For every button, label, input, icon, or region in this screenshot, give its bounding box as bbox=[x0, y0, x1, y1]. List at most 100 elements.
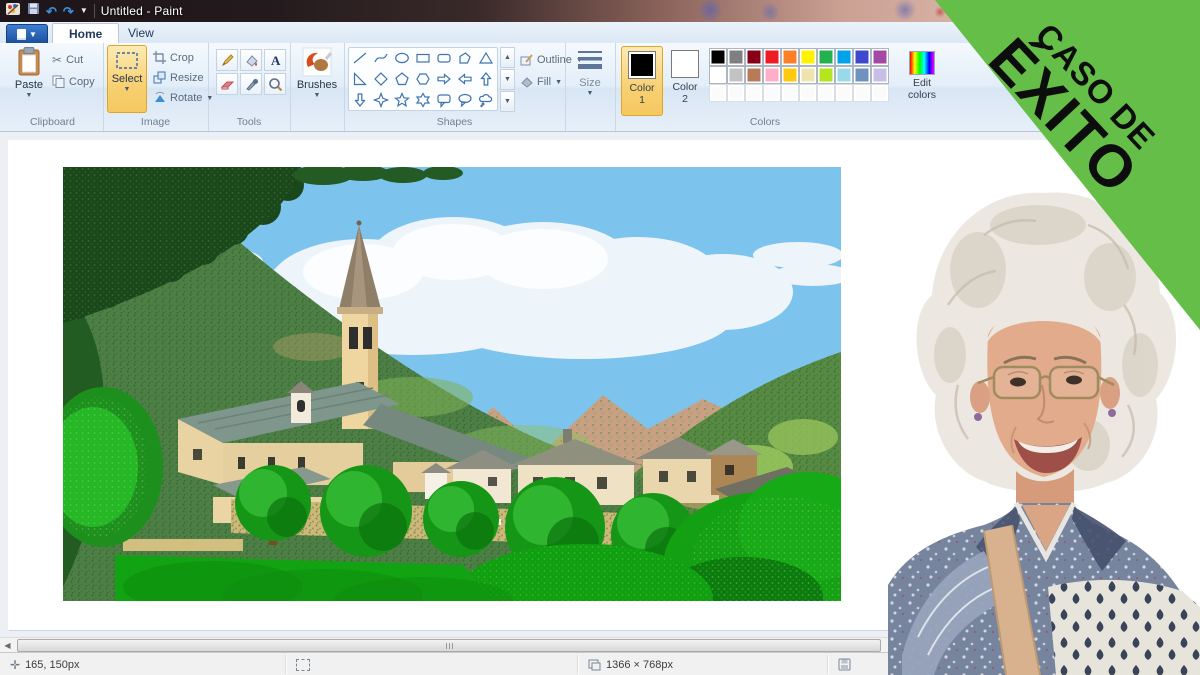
down-arrow-shape-button[interactable] bbox=[350, 90, 370, 109]
palette-swatch[interactable] bbox=[871, 48, 889, 66]
palette-swatch[interactable] bbox=[727, 48, 745, 66]
color-picker-tool-button[interactable] bbox=[240, 73, 262, 95]
paint-window: ↶ ↷ ▼ Untitled - Paint ▼ Home View Paste… bbox=[0, 0, 1200, 675]
up-arrow-shape-button[interactable] bbox=[476, 69, 496, 88]
text-tool-button[interactable]: A bbox=[264, 49, 286, 71]
five-point-star-shape-button[interactable] bbox=[392, 90, 412, 109]
tab-home[interactable]: Home bbox=[52, 23, 119, 44]
palette-swatch[interactable] bbox=[781, 66, 799, 84]
file-menu-button[interactable]: ▼ bbox=[6, 24, 48, 44]
tab-view[interactable]: View bbox=[112, 23, 170, 43]
palette-swatch[interactable] bbox=[799, 48, 817, 66]
hexagon-shape-button[interactable] bbox=[413, 69, 433, 88]
palette-swatch-empty[interactable] bbox=[799, 84, 817, 102]
save-icon[interactable] bbox=[27, 2, 40, 20]
eraser-tool-button[interactable] bbox=[216, 73, 238, 95]
palette-swatch[interactable] bbox=[835, 66, 853, 84]
six-point-star-shape-button[interactable] bbox=[413, 90, 433, 109]
palette-swatch-empty[interactable] bbox=[709, 84, 727, 102]
palette-swatch[interactable] bbox=[709, 48, 727, 66]
palette-swatch[interactable] bbox=[745, 48, 763, 66]
brushes-button[interactable]: Brushes ▼ bbox=[295, 47, 339, 99]
group-colors: Color 1 Color 2 Edit colors Colors bbox=[615, 43, 955, 131]
palette-swatch[interactable] bbox=[763, 66, 781, 84]
triangle-shape-button[interactable] bbox=[476, 49, 496, 68]
copy-icon bbox=[52, 75, 65, 88]
resize-button[interactable]: Resize bbox=[153, 71, 204, 84]
paint-app-icon[interactable] bbox=[5, 1, 21, 22]
size-button[interactable]: Size ▼ bbox=[569, 49, 611, 97]
undo-icon[interactable]: ↶ bbox=[46, 5, 57, 18]
cut-icon: ✂ bbox=[52, 53, 62, 67]
polygon-shape-button[interactable] bbox=[455, 49, 475, 68]
cloud-callout-shape-button[interactable] bbox=[476, 90, 496, 109]
palette-swatch[interactable] bbox=[763, 48, 781, 66]
palette-swatch-empty[interactable] bbox=[817, 84, 835, 102]
palette-swatch[interactable] bbox=[799, 66, 817, 84]
crosshair-icon: ✛ bbox=[10, 658, 20, 672]
village-painting[interactable] bbox=[63, 167, 841, 601]
copy-button[interactable]: Copy bbox=[52, 75, 95, 88]
curve-shape-button[interactable] bbox=[371, 49, 391, 68]
palette-swatch-empty[interactable] bbox=[781, 84, 799, 102]
palette-swatch-empty[interactable] bbox=[727, 84, 745, 102]
statusbar-divider bbox=[577, 655, 578, 674]
palette-swatch[interactable] bbox=[709, 66, 727, 84]
left-arrow-shape-button[interactable] bbox=[455, 69, 475, 88]
diamond-shape-button[interactable] bbox=[371, 69, 391, 88]
palette-swatch[interactable] bbox=[853, 66, 871, 84]
palette-swatch[interactable] bbox=[817, 66, 835, 84]
pencil-tool-button[interactable] bbox=[216, 49, 238, 71]
scrollbar-thumb[interactable] bbox=[17, 639, 881, 652]
line-shape-button[interactable] bbox=[350, 49, 370, 68]
right-triangle-shape-button[interactable] bbox=[350, 69, 370, 88]
edit-colors-button[interactable]: Edit colors bbox=[899, 47, 945, 115]
edit-colors-icon bbox=[909, 51, 935, 75]
cut-button[interactable]: ✂ Cut bbox=[52, 53, 83, 67]
oval-callout-shape-button[interactable] bbox=[455, 90, 475, 109]
color2-button[interactable]: Color 2 bbox=[665, 46, 705, 114]
fill-with-color-tool-button[interactable] bbox=[240, 49, 262, 71]
rotate-button[interactable]: Rotate ▼ bbox=[153, 91, 213, 104]
palette-swatch-empty[interactable] bbox=[745, 84, 763, 102]
palette-swatch[interactable] bbox=[781, 48, 799, 66]
scroll-left-icon[interactable]: ◀ bbox=[0, 638, 15, 652]
statusbar-divider bbox=[827, 655, 828, 674]
palette-swatch[interactable] bbox=[727, 66, 745, 84]
palette-swatch[interactable] bbox=[871, 66, 889, 84]
file-menu-icon bbox=[17, 29, 26, 40]
brush-icon bbox=[302, 47, 332, 77]
palette-swatch[interactable] bbox=[745, 66, 763, 84]
selection-size-cell bbox=[296, 653, 310, 675]
pentagon-shape-button[interactable] bbox=[392, 69, 412, 88]
chevron-down-icon: ▼ bbox=[314, 92, 321, 99]
redo-icon[interactable]: ↷ bbox=[63, 5, 74, 18]
rectangle-shape-button[interactable] bbox=[413, 49, 433, 68]
qat-dropdown-icon[interactable]: ▼ bbox=[80, 7, 88, 15]
palette-swatch[interactable] bbox=[853, 48, 871, 66]
shapes-gallery[interactable] bbox=[348, 47, 498, 111]
ellipse-shape-button[interactable] bbox=[392, 49, 412, 68]
select-button[interactable]: Select ▼ bbox=[107, 45, 147, 113]
rounded-callout-shape-button[interactable] bbox=[434, 90, 454, 109]
right-arrow-shape-button[interactable] bbox=[434, 69, 454, 88]
fill-icon bbox=[520, 75, 533, 88]
palette-swatch-empty[interactable] bbox=[835, 84, 853, 102]
palette-swatch[interactable] bbox=[835, 48, 853, 66]
palette-swatch-empty[interactable] bbox=[871, 84, 889, 102]
color1-button[interactable]: Color 1 bbox=[621, 46, 663, 116]
four-point-star-shape-button[interactable] bbox=[371, 90, 391, 109]
paste-button[interactable]: Paste ▼ bbox=[10, 47, 48, 99]
palette-swatch-empty[interactable] bbox=[763, 84, 781, 102]
palette-swatch-empty[interactable] bbox=[853, 84, 871, 102]
window-title: Untitled - Paint bbox=[101, 4, 183, 18]
fill-button[interactable]: Fill ▼ bbox=[520, 75, 562, 88]
shapes-scroll[interactable]: ▲ ▼ ▼ bbox=[500, 47, 515, 112]
palette-swatch[interactable] bbox=[817, 48, 835, 66]
statusbar-divider bbox=[285, 655, 286, 674]
crop-button[interactable]: Crop bbox=[153, 51, 194, 64]
magnifier-tool-button[interactable] bbox=[264, 73, 286, 95]
svg-text:A: A bbox=[271, 53, 281, 68]
rounded-rectangle-shape-button[interactable] bbox=[434, 49, 454, 68]
group-brushes: Brushes ▼ bbox=[290, 43, 345, 131]
